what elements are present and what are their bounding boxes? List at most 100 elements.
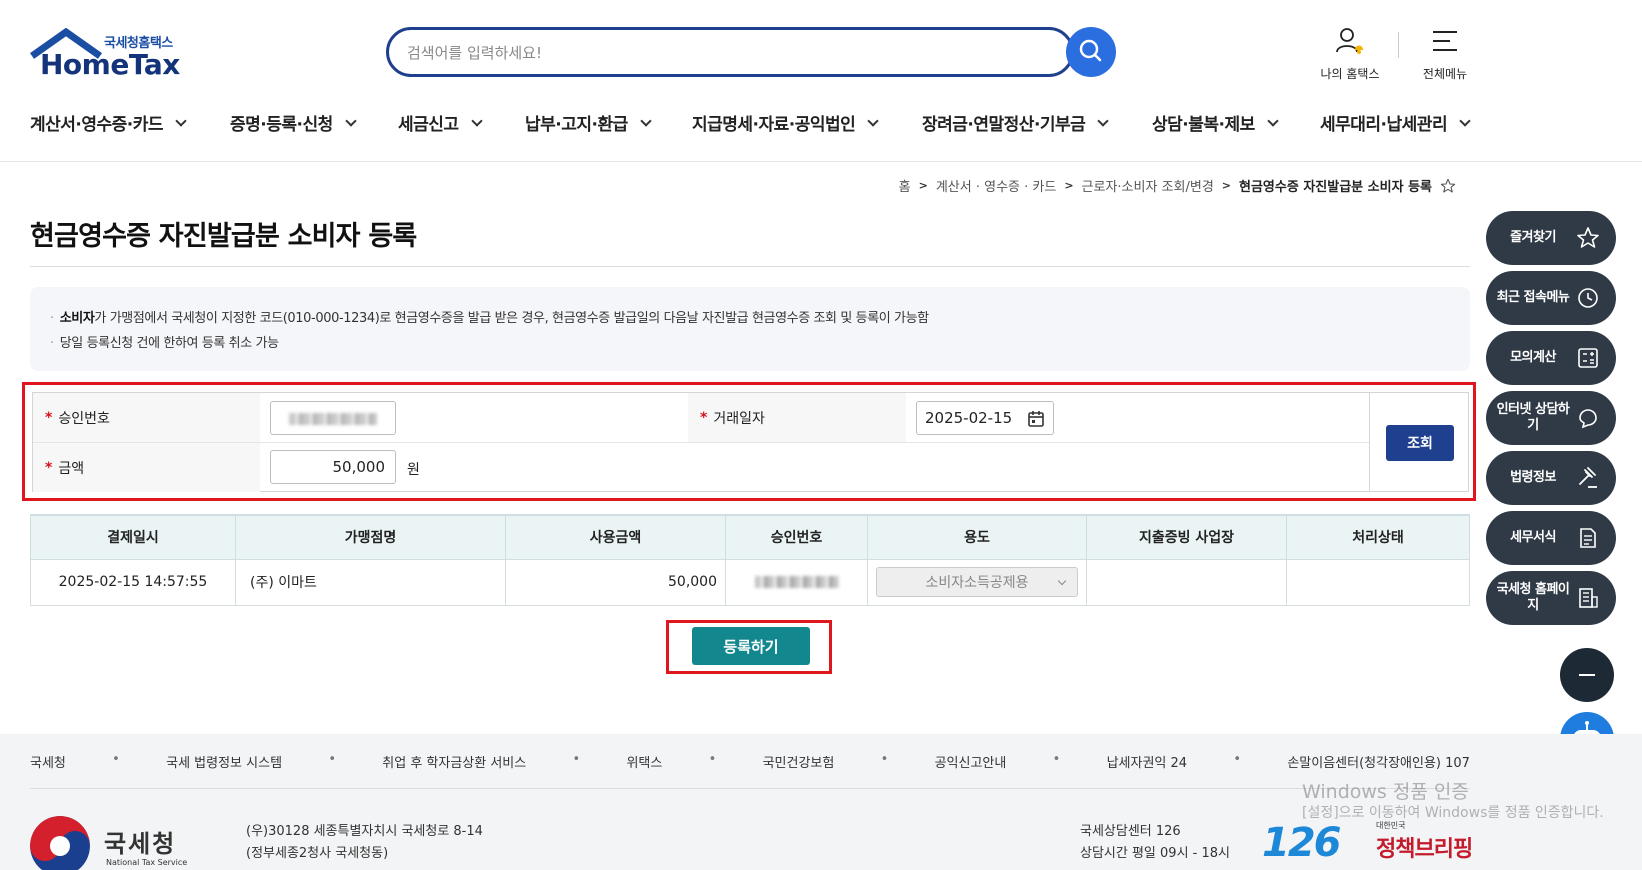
gnb-payment-refund[interactable]: 납부·고지·환급 xyxy=(525,110,652,135)
cell-status xyxy=(1286,558,1470,606)
gnb-tax-return[interactable]: 세금신고 xyxy=(398,110,483,135)
quick-recent-menu[interactable]: 최근 접속메뉴 xyxy=(1486,271,1616,325)
purpose-value: 소비자소득공제용 xyxy=(925,575,1029,591)
amount-input[interactable]: 50,000 xyxy=(270,450,396,484)
favorite-star-icon[interactable] xyxy=(1440,178,1456,194)
footer-link[interactable]: 국세청 xyxy=(30,752,66,771)
chat-bubble-icon xyxy=(1579,409,1597,429)
search-icon xyxy=(1079,39,1102,61)
all-menu-label: 전체메뉴 xyxy=(1422,67,1468,81)
footer-separator: • xyxy=(328,752,336,767)
transaction-date-input[interactable]: 2025-02-15 xyxy=(916,401,1054,435)
gnb-label: 세금신고 xyxy=(398,115,459,135)
chevron-down-icon xyxy=(1097,114,1109,127)
transaction-date-value: 2025-02-15 xyxy=(925,409,1013,427)
col-header-purpose: 용도 xyxy=(867,514,1087,560)
footer-separator: • xyxy=(112,752,120,767)
search-input[interactable] xyxy=(407,40,1007,66)
footer-divider xyxy=(30,788,1470,789)
inquiry-button[interactable]: 조회 xyxy=(1386,425,1454,461)
approval-label-text: 승인번호 xyxy=(58,410,110,427)
chevron-down-icon xyxy=(1057,576,1067,586)
gnb-label: 세무대리·납세관리 xyxy=(1320,115,1448,135)
register-button[interactable]: 등록하기 xyxy=(692,627,810,665)
breadcrumb-level1[interactable]: 계산서 · 영수증 · 카드 xyxy=(936,176,1056,195)
required-mark: * xyxy=(700,409,708,426)
notice-box: · 소비자가 가맹점에서 국세청이 지정한 코드(010-000-1234)로 현… xyxy=(30,287,1470,371)
quick-mock-calc[interactable]: 모의계산 xyxy=(1486,331,1616,385)
gavel-icon xyxy=(1579,467,1597,488)
hometax-logo[interactable]: 국세청홈택스 HomeTax xyxy=(30,28,190,81)
gnb-divider xyxy=(0,161,1642,162)
logo-title: HomeTax xyxy=(40,48,180,81)
footer-link[interactable]: 국세 법령정보 시스템 xyxy=(166,752,282,771)
gnb-invoice-receipt-card[interactable]: 계산서·영수증·카드 xyxy=(30,110,187,135)
calendar-icon[interactable] xyxy=(1027,410,1045,428)
gnb-label: 상담·불복·제보 xyxy=(1152,115,1255,135)
quick-label: 인터넷 상담하기 xyxy=(1496,402,1570,433)
footer-link[interactable]: 위택스 xyxy=(626,752,662,771)
quick-label: 법령정보 xyxy=(1510,470,1556,485)
footer-link[interactable]: 납세자권익 24 xyxy=(1107,752,1187,771)
util-divider xyxy=(1398,32,1399,58)
gnb-tax-agent[interactable]: 세무대리·납세관리 xyxy=(1320,110,1471,135)
amount-unit: 원 xyxy=(407,462,420,478)
footer-separator: • xyxy=(572,752,581,767)
chevron-down-icon xyxy=(640,114,652,127)
collapse-quick-menu-button[interactable] xyxy=(1560,648,1614,702)
quick-tax-forms[interactable]: 세무서식 xyxy=(1486,511,1616,565)
footer-links: 국세청 • 국세 법령정보 시스템 • 취업 후 학자금상환 서비스 • 위택스 • 국… xyxy=(30,752,1470,771)
gnb-certificate-registration[interactable]: 증명·등록·신청 xyxy=(230,110,357,135)
gnb-statements-data[interactable]: 지급명세·자료·공익법인 xyxy=(692,110,879,135)
table-row: 2025-02-15 14:57:55 (주) 이마트 50,000 소비자소득… xyxy=(30,558,1470,606)
date-label: * 거래일자 xyxy=(688,393,906,442)
footer-link[interactable]: 손말이음센터(청각장애인용) 107 xyxy=(1287,752,1470,771)
policy-big-text: 정책브리핑 xyxy=(1376,837,1473,862)
user-bell-icon xyxy=(1336,28,1363,54)
all-menu-button[interactable]: 전체메뉴 xyxy=(1410,26,1480,82)
windows-activation-title: Windows 정품 인증 xyxy=(1302,781,1469,803)
search-button[interactable] xyxy=(1066,27,1116,77)
footer-link[interactable]: 국민건강보험 xyxy=(763,752,835,771)
nts-name: 국세청 xyxy=(104,830,177,858)
form-row-amount: * 금액 50,000 원 xyxy=(33,443,1369,492)
footer-separator: • xyxy=(1233,752,1242,767)
breadcrumb-level2[interactable]: 근로자·소비자 조회/변경 xyxy=(1082,176,1214,195)
gnb-label: 계산서·영수증·카드 xyxy=(30,115,164,135)
gnb-incentive-yearend[interactable]: 장려금·연말정산·기부금 xyxy=(922,110,1109,135)
clock-icon xyxy=(1578,288,1598,308)
date-label-text: 거래일자 xyxy=(713,410,765,427)
footer-link[interactable]: 취업 후 학자금상환 서비스 xyxy=(382,752,526,771)
approval-label: * 승인번호 xyxy=(33,393,260,442)
notice-text: 가 가맹점에서 국세청이 지정한 코드(010-000-1234)로 현금영수증… xyxy=(94,311,929,326)
col-header-merchant: 가맹점명 xyxy=(235,514,506,560)
quick-law-info[interactable]: 법령정보 xyxy=(1486,451,1616,505)
required-mark: * xyxy=(45,409,53,426)
hamburger-icon xyxy=(1433,31,1457,51)
windows-activation-text: [설정]으로 이동하여 Windows를 정품 인증합니다. xyxy=(1302,805,1604,821)
cell-amount: 50,000 xyxy=(505,558,726,606)
approval-number-input[interactable] xyxy=(270,401,396,435)
search-box xyxy=(386,27,1074,77)
logo-126[interactable]: 126 xyxy=(1262,820,1341,866)
gnb-label: 납부·고지·환급 xyxy=(525,115,628,135)
my-hometax-label: 나의 홈택스 xyxy=(1320,67,1380,81)
chevron-down-icon xyxy=(867,114,879,127)
quick-label: 즐겨찾기 xyxy=(1510,230,1556,245)
col-header-business: 지출증빙 사업장 xyxy=(1086,514,1287,560)
purpose-select[interactable]: 소비자소득공제용 xyxy=(876,567,1078,597)
document-icon xyxy=(1580,528,1596,548)
consult-center-hours: 상담시간 평일 09시 - 18시 xyxy=(1080,846,1230,861)
footer-separator: • xyxy=(708,752,717,767)
breadcrumb-home[interactable]: 홈 xyxy=(899,176,911,195)
quick-nts-homepage[interactable]: 국세청 홈페이지 xyxy=(1486,571,1616,625)
quick-internet-consult[interactable]: 인터넷 상담하기 xyxy=(1486,391,1616,445)
search-form: * 승인번호 * 거래일자 2025-02-15 * 금액 50,000 원 xyxy=(32,392,1370,492)
policy-briefing-logo[interactable]: 대한민국 정책브리핑 xyxy=(1376,820,1473,863)
gnb-consult-appeal[interactable]: 상담·불복·제보 xyxy=(1152,110,1279,135)
footer-link[interactable]: 공익신고안내 xyxy=(935,752,1007,771)
col-header-amount: 사용금액 xyxy=(505,514,726,560)
my-hometax-link[interactable]: 나의 홈택스 xyxy=(1310,26,1390,82)
title-divider xyxy=(30,266,1470,267)
quick-favorites[interactable]: 즐겨찾기 xyxy=(1486,211,1616,265)
